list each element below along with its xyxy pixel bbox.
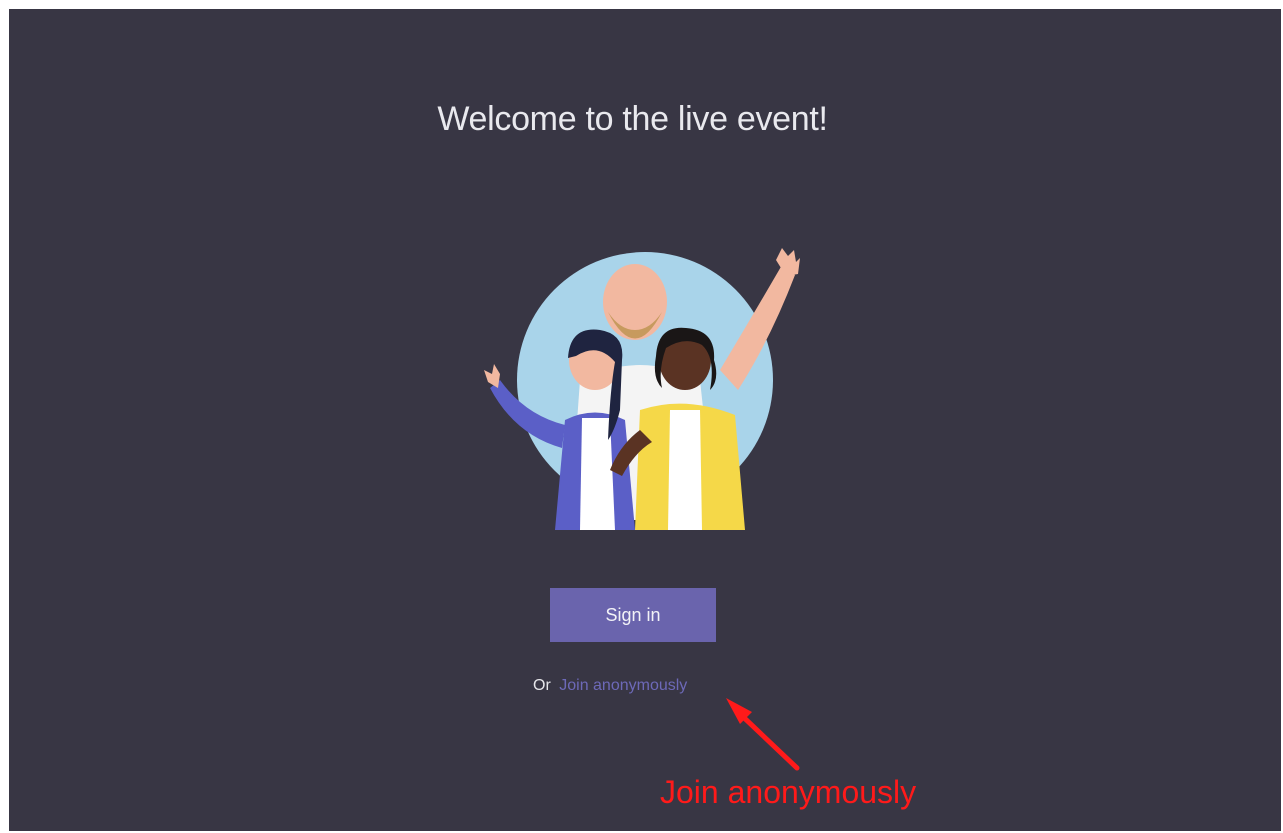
join-anonymously-link[interactable]: Join anonymously [559,677,687,694]
sign-in-button[interactable]: Sign in [550,588,716,642]
or-label: Or [533,677,551,694]
join-options-row: Or Join anonymously [533,677,687,695]
page-title: Welcome to the live event! [437,100,828,138]
people-waving-illustration [484,248,800,530]
woman-right-shirt [668,410,702,530]
man-head [603,264,667,340]
woman-left-hand [484,364,500,388]
annotation-label: Join anonymously [660,774,917,810]
